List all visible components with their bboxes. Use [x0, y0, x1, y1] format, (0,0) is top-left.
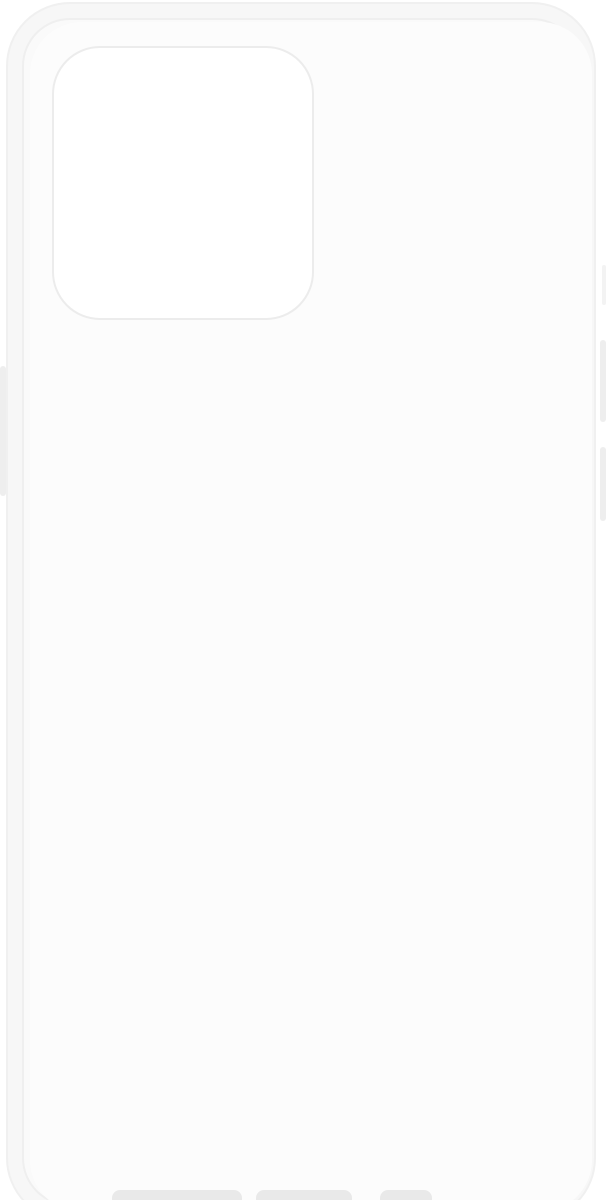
right-side-upper-button-cover: [600, 340, 606, 422]
right-side-top-button-cover: [602, 265, 606, 305]
bottom-port-cutout-middle: [256, 1190, 352, 1200]
phone-case-body: [6, 2, 596, 1200]
camera-cutout: [52, 46, 314, 320]
product-scene: [0, 0, 606, 1200]
bottom-port-cutout-right: [380, 1190, 432, 1200]
right-side-lower-button-cover: [600, 447, 606, 521]
left-side-button-cover: [0, 366, 6, 496]
bottom-port-cutout-left: [112, 1190, 242, 1200]
